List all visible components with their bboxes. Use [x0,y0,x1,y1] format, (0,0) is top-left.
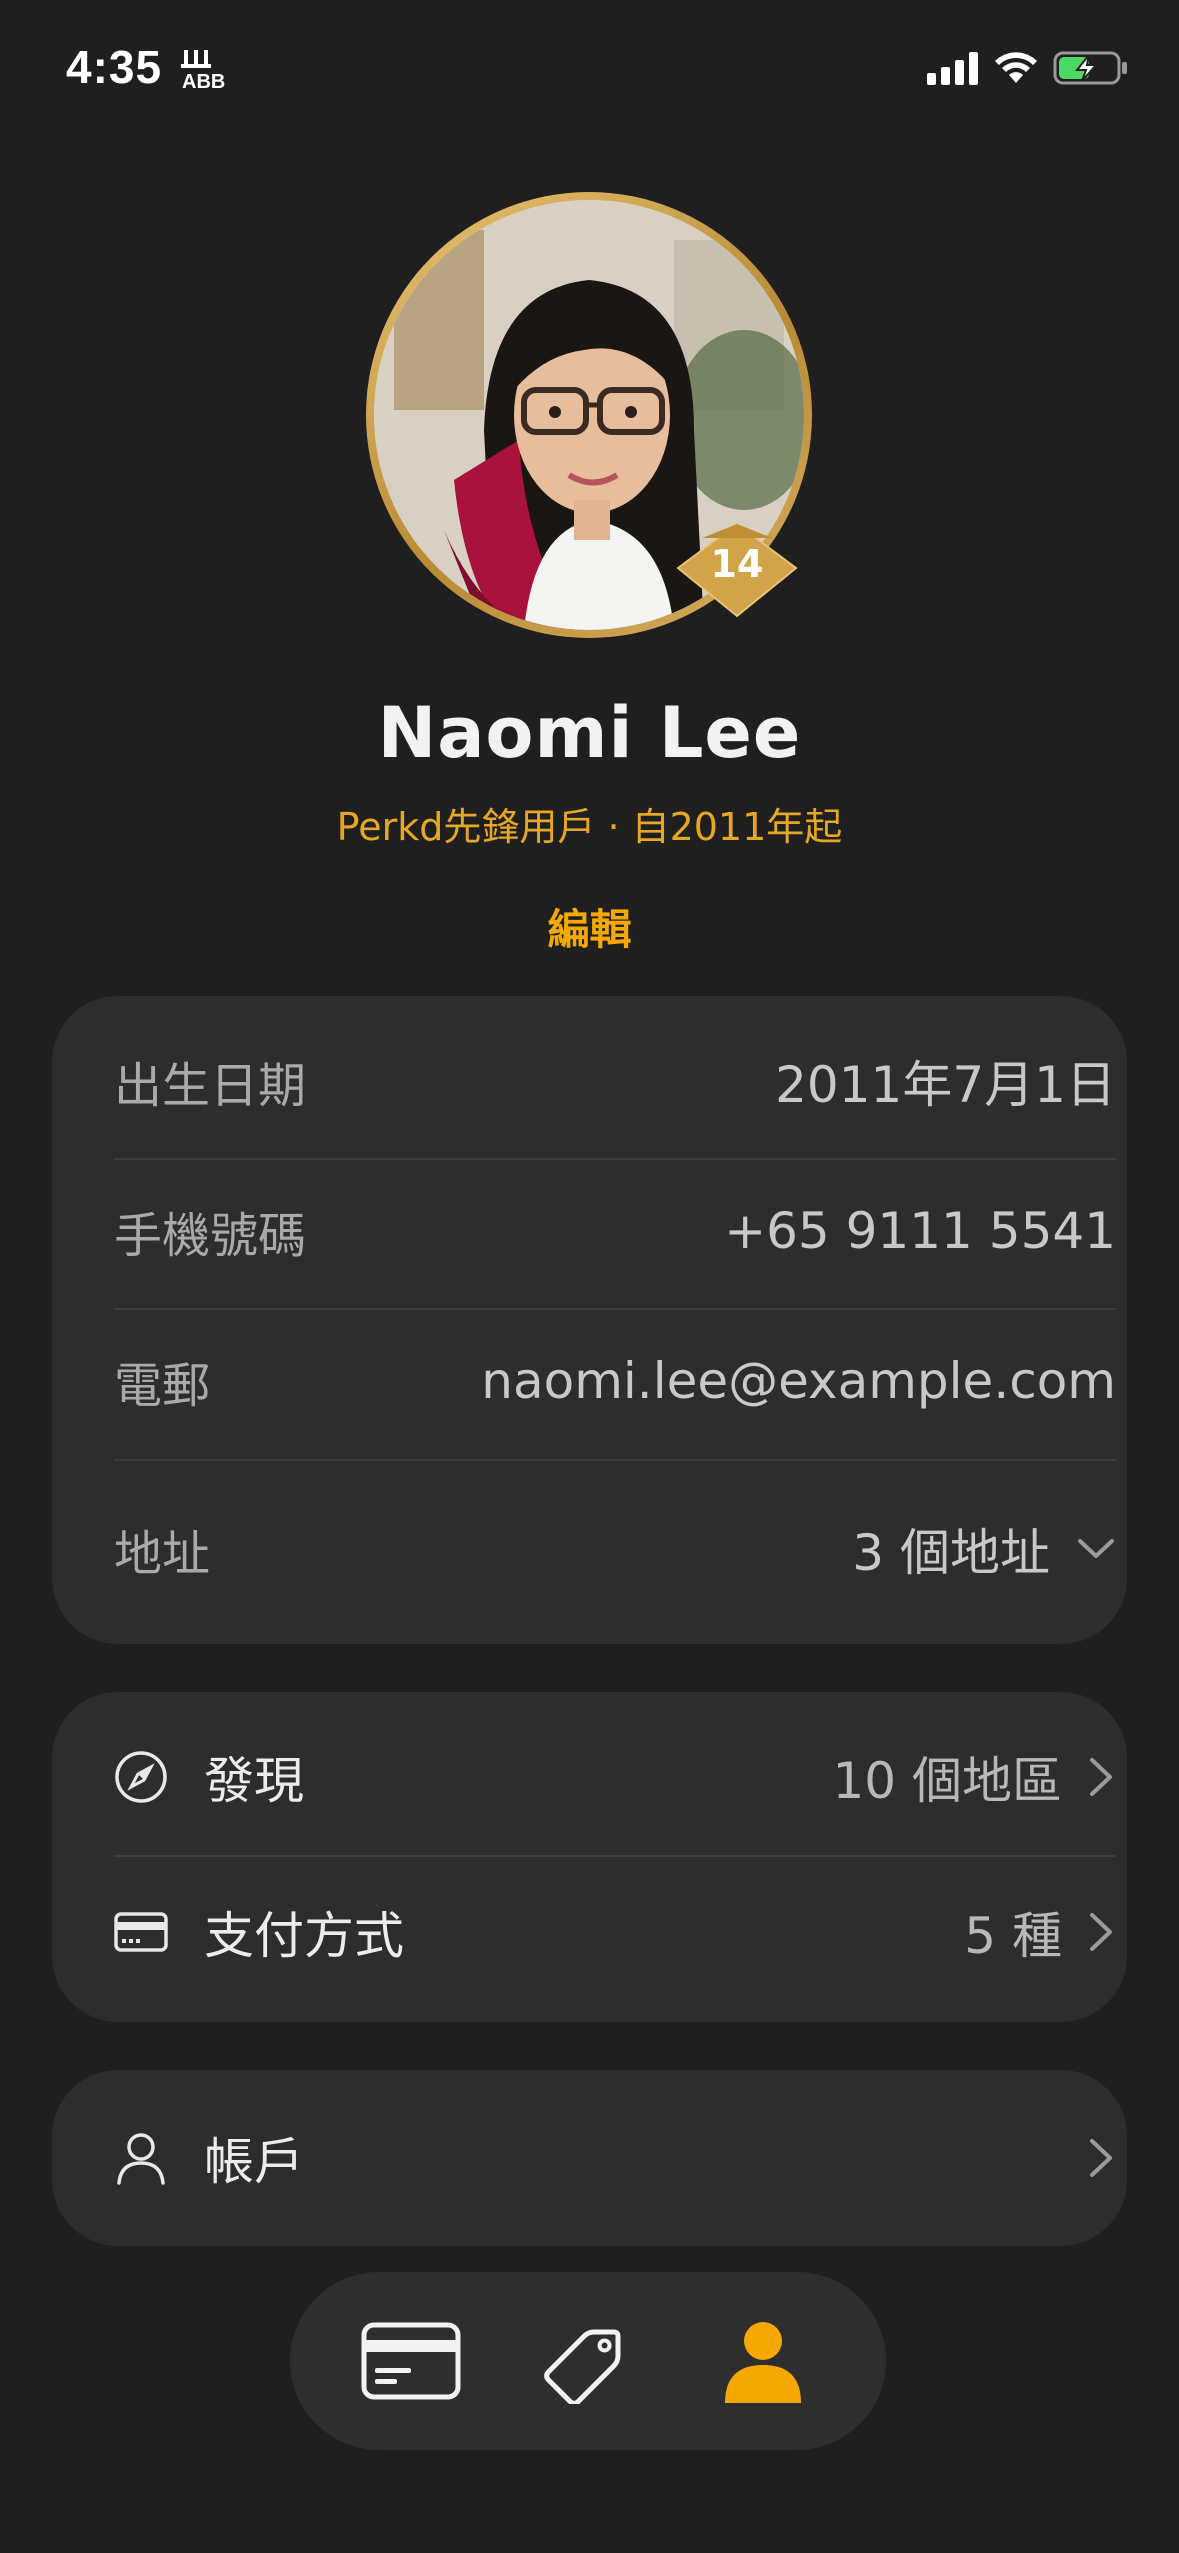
cellular-signal-icon [927,51,979,89]
divider [114,1855,1116,1857]
address-value: 3 個地址 [852,1524,1050,1582]
compass-icon [114,1750,168,1804]
abb-app-icon: ABB [180,48,232,96]
birthdate-value: 2011年7月1日 [775,1056,1116,1114]
status-bar: 4:35 ABB [0,0,1179,140]
profile-screen: 4:35 ABB 14 Naomi Lee Perkd先鋒用戶 · 自2011年… [0,0,1179,2553]
wifi-icon [993,51,1039,89]
email-label: 電郵 [114,1358,211,1414]
address-value-group[interactable]: 3 個地址 [852,1513,1116,1585]
chevron-right-icon [1086,2135,1116,2181]
chevron-down-icon[interactable] [1076,1536,1116,1562]
birthdate-label: 出生日期 [114,1058,307,1114]
chevron-right-icon [1086,1754,1116,1800]
account-label: 帳戶 [204,2133,304,2191]
status-indicators [927,50,1129,90]
birthdate-row: 出生日期 2011年7月1日 [114,1036,1116,1126]
email-value: naomi.lee@example.com [481,1352,1116,1410]
tag-icon [544,2329,621,2404]
level-number: 14 [710,542,764,586]
phone-row: 手機號碼 +65 9111 5541 [114,1186,1116,1276]
svg-text:ABB: ABB [182,71,225,92]
payment-methods-row[interactable]: 支付方式 5 種 [114,1887,1116,1977]
discover-row[interactable]: 發現 10 個地區 [114,1732,1116,1822]
divider [114,1158,1116,1160]
profile-name: Naomi Lee [377,692,802,774]
tab-offers[interactable] [534,2306,644,2416]
card-icon [361,2322,461,2400]
level-badge: 14 [672,520,802,620]
payment-methods-label: 支付方式 [204,1907,404,1965]
address-row[interactable]: 地址 3 個地址 [114,1504,1116,1594]
details-card: 出生日期 2011年7月1日 手機號碼 +65 9111 5541 電郵 nao… [52,996,1127,1644]
links-card: 發現 10 個地區 支付方式 5 種 [52,1692,1127,2022]
phone-value: +65 9111 5541 [724,1202,1116,1260]
person-icon [114,2131,168,2185]
email-row: 電郵 naomi.lee@example.com [114,1336,1116,1426]
account-card[interactable]: 帳戶 [52,2070,1127,2246]
battery-charging-icon [1053,50,1129,90]
tab-bar [290,2272,886,2450]
tab-cards[interactable] [356,2306,466,2416]
account-row[interactable]: 帳戶 [114,2113,1116,2203]
tab-profile[interactable] [708,2306,818,2416]
profile-subtitle: Perkd先鋒用戶 · 自2011年起 [336,805,843,849]
divider [114,1308,1116,1310]
payment-methods-value: 5 種 [964,1907,1062,1965]
credit-card-icon [114,1905,168,1959]
phone-label: 手機號碼 [114,1208,307,1264]
status-time: 4:35 [66,41,163,93]
discover-label: 發現 [204,1752,304,1810]
divider [114,1459,1116,1461]
edit-button[interactable]: 編輯 [0,896,1179,957]
chevron-right-icon [1086,1909,1116,1955]
address-label: 地址 [114,1526,211,1582]
discover-value: 10 個地區 [832,1752,1062,1810]
profile-icon [725,2322,801,2403]
